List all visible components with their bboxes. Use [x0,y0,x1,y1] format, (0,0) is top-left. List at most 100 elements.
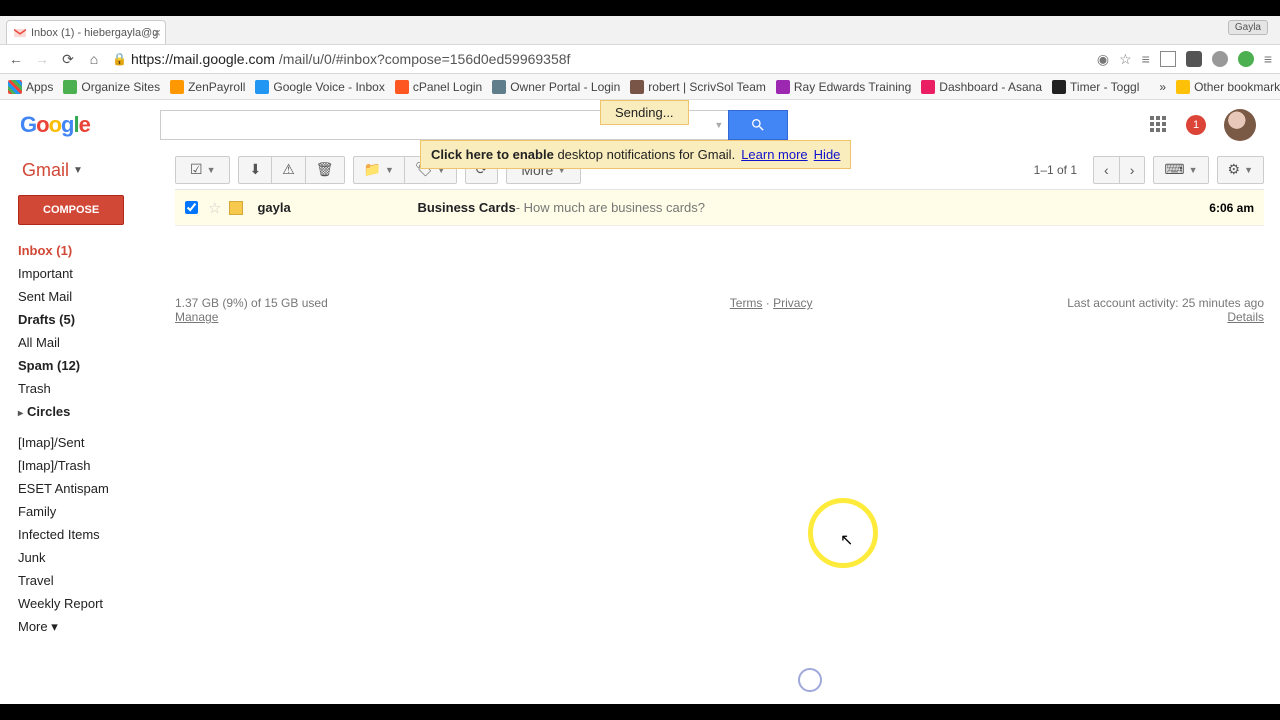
input-tools-button[interactable]: ⌨▼ [1153,156,1208,184]
sidebar-inbox[interactable]: Inbox (1) [18,239,175,262]
sending-toast: Sending... [600,100,689,125]
ext-box-icon[interactable] [1160,51,1176,67]
hamburger-icon[interactable]: ≡ [1264,51,1272,67]
bookmark-asana[interactable]: Dashboard - Asana [921,80,1042,94]
tab-title: Inbox (1) - hiebergayla@g [31,27,158,39]
search-wrap: ▼ [160,110,788,140]
bookmark-overflow-icon[interactable]: » [1159,80,1166,94]
prev-page-button[interactable]: ‹ [1093,156,1119,184]
manage-link[interactable]: Manage [175,310,218,324]
url-host: https://mail.google.com [131,51,275,67]
home-icon[interactable]: ⌂ [86,51,102,67]
ext-eye-icon[interactable]: ◉ [1097,51,1109,68]
sidebar-eset[interactable]: ESET Antispam [18,477,175,500]
archive-button[interactable]: ⬇ [238,156,271,184]
storage-text: 1.37 GB (9%) of 15 GB used [175,296,475,310]
chrome-user-badge[interactable]: Gayla [1228,20,1268,35]
compose-button[interactable]: COMPOSE [18,195,124,225]
importance-marker-icon[interactable] [229,201,243,215]
other-bookmarks[interactable]: Other bookmarks [1176,80,1280,94]
sidebar-travel[interactable]: Travel [18,569,175,592]
sidebar: Gmail▼ COMPOSE Inbox (1) Important Sent … [0,150,175,704]
bookmark-toggl[interactable]: Timer - Toggl [1052,80,1139,94]
move-to-button[interactable]: 📁▼ [353,156,404,184]
next-page-button[interactable]: › [1119,156,1146,184]
sidebar-important[interactable]: Important [18,262,175,285]
bookmark-robert[interactable]: robert | ScrivSol Team [630,80,766,94]
sidebar-weekly[interactable]: Weekly Report [18,592,175,615]
sidebar-drafts[interactable]: Drafts (5) [18,308,175,331]
google-bar: Google ▼ Sending... Click here to enable… [0,100,1280,150]
row-subject: Business Cards [417,200,515,215]
lock-icon: 🔒 [112,52,127,66]
gear-icon: ⚙ [1228,161,1241,178]
address-bar[interactable]: 🔒 https://mail.google.com/mail/u/0/#inbo… [112,51,1087,67]
reload-icon[interactable]: ⟳ [60,51,76,68]
bookmarks-bar: Apps Organize Sites ZenPayroll Google Vo… [0,74,1280,100]
apps-shortcut[interactable]: Apps [8,80,53,94]
page-counter: 1–1 of 1 [1034,163,1077,177]
bookmark-gvoice[interactable]: Google Voice - Inbox [255,80,384,94]
sidebar-all[interactable]: All Mail [18,331,175,354]
bookmark-zen[interactable]: ZenPayroll [170,80,245,94]
tab-close-icon[interactable]: × [153,25,161,40]
learn-more-link[interactable]: Learn more [741,147,807,162]
back-icon[interactable]: ← [8,51,24,67]
sidebar-family[interactable]: Family [18,500,175,523]
details-link[interactable]: Details [1227,310,1264,324]
url-path: /mail/u/0/#inbox?compose=156d0ed59969358… [279,51,571,67]
row-time: 6:06 am [1209,201,1254,215]
hide-link[interactable]: Hide [814,147,841,162]
folder-icon: 📁 [364,161,381,178]
settings-button[interactable]: ⚙▼ [1217,156,1264,184]
ext-star-icon[interactable]: ☆ [1119,51,1132,68]
sidebar-junk[interactable]: Junk [18,546,175,569]
browser-tab[interactable]: Inbox (1) - hiebergayla@g × [6,20,166,44]
search-options-dropdown[interactable]: ▼ [710,110,728,140]
ext-shield-icon[interactable] [1186,51,1202,67]
row-sender: gayla [257,200,417,215]
privacy-link[interactable]: Privacy [773,296,812,310]
gmail-menu[interactable]: Gmail▼ [22,160,175,181]
activity-text: Last account activity: 25 minutes ago [1067,296,1264,310]
ext-circle2-icon[interactable] [1238,51,1254,67]
search-icon [750,117,766,133]
sidebar-more[interactable]: More ▾ [18,615,175,639]
select-all-button[interactable]: ☑▼ [175,156,230,184]
sidebar-imap-trash[interactable]: [Imap]/Trash [18,454,175,477]
sidebar-circles[interactable]: Circles [18,400,175,423]
account-avatar[interactable] [1224,109,1256,141]
sidebar-trash[interactable]: Trash [18,377,175,400]
report-spam-button[interactable]: ⚠ [271,156,305,184]
bookmark-ray[interactable]: Ray Edwards Training [776,80,911,94]
terms-link[interactable]: Terms [730,296,763,310]
extension-icons: ◉ ☆ ≡ ≡ [1097,51,1272,68]
browser-toolbar: ← → ⟳ ⌂ 🔒 https://mail.google.com/mail/u… [0,44,1280,74]
click-ripple [798,668,822,692]
notification-banner: Click here to enable desktop notificatio… [420,140,851,169]
bookmark-organize[interactable]: Organize Sites [63,80,160,94]
letterbox-top [0,0,1280,16]
trash-icon: 🗑 [316,161,334,178]
ext-circle1-icon[interactable] [1212,51,1228,67]
row-checkbox[interactable] [185,201,198,214]
main-pane: ☑▼ ⬇ ⚠ 🗑 📁▼ 🏷▼ ⟳ More▼ 1–1 of 1 ‹ › ⌨▼ ⚙… [175,150,1280,704]
archive-icon: ⬇ [249,161,261,178]
ext-stack-icon[interactable]: ≡ [1142,51,1150,67]
delete-button[interactable]: 🗑 [305,156,345,184]
email-row[interactable]: ☆ gayla Business Cards - How much are bu… [175,190,1264,226]
sidebar-sent[interactable]: Sent Mail [18,285,175,308]
notifications-bell[interactable]: 1 [1186,115,1206,135]
apps-grid-icon[interactable] [1150,116,1168,134]
star-icon[interactable]: ☆ [208,199,221,217]
letterbox-bottom [0,704,1280,720]
sidebar-infected[interactable]: Infected Items [18,523,175,546]
bookmark-owner[interactable]: Owner Portal - Login [492,80,620,94]
gmail-favicon-icon [13,26,27,40]
spam-icon: ⚠ [282,161,295,178]
sidebar-spam[interactable]: Spam (12) [18,354,175,377]
google-logo[interactable]: Google [20,112,90,138]
sidebar-imap-sent[interactable]: [Imap]/Sent [18,431,175,454]
bookmark-cpanel[interactable]: cPanel Login [395,80,482,94]
search-button[interactable] [728,110,788,140]
